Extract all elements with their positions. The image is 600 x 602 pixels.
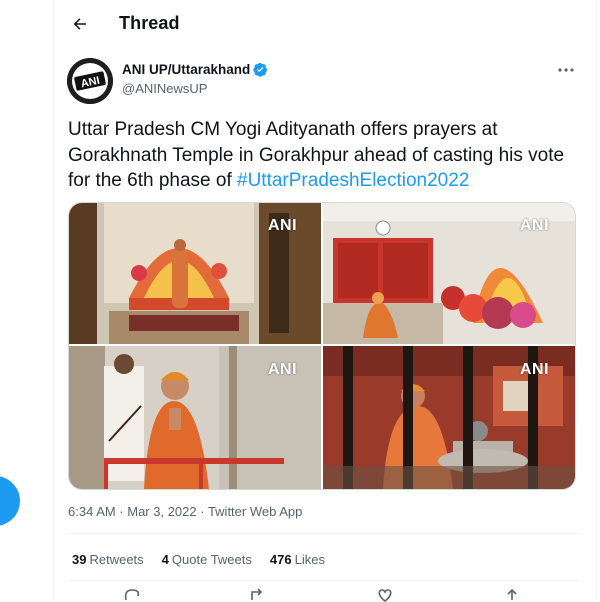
retweets-label: Retweets [89, 552, 144, 567]
tweet-text: Uttar Pradesh CM Yogi Adityanath offers … [68, 117, 580, 194]
author-name-text[interactable]: ANI UP/Uttarakhand [122, 62, 250, 77]
avatar[interactable]: ANI [67, 58, 113, 104]
ani-watermark: ANI [268, 361, 298, 378]
hashtag-link[interactable]: #UttarPradeshElection2022 [237, 170, 469, 191]
ani-logo: ANI [67, 58, 113, 104]
column-divider-left [53, 0, 54, 600]
more-options-button[interactable] [552, 60, 580, 80]
engagement-stats: 39 Retweets 4 Quote Tweets 476 Likes [72, 552, 325, 567]
author-name[interactable]: ANI UP/Uttarakhand [122, 62, 268, 77]
divider [68, 580, 580, 581]
ani-watermark: ANI [520, 217, 550, 234]
page-title: Thread [119, 13, 180, 33]
ani-watermark: ANI [520, 361, 550, 378]
back-button[interactable] [66, 10, 94, 38]
likes-label: Likes [294, 552, 325, 567]
arrow-left-icon [73, 18, 86, 30]
ani-watermark: ANI [268, 217, 298, 234]
column-divider-right [596, 0, 597, 600]
quote-tweets-count: 4 [161, 552, 169, 567]
divider [68, 533, 580, 534]
verified-badge-icon [253, 62, 268, 77]
author-handle[interactable]: @ANINewsUP [122, 81, 207, 96]
thread-header: Thread [54, 0, 596, 48]
media-grid: ANI ANI ANI ANI [68, 202, 576, 490]
tweet-timestamp[interactable]: 6:34 AM · Mar 3, 2022 · Twitter Web App [68, 504, 302, 519]
media-photo-3[interactable]: ANI [69, 346, 321, 489]
quote-tweets-stat[interactable]: 4 Quote Tweets [162, 552, 252, 567]
retweets-stat[interactable]: 39 Retweets [72, 552, 144, 567]
retweets-count: 39 [72, 552, 87, 567]
quote-tweets-label: Quote Tweets [171, 552, 252, 567]
likes-count: 476 [269, 552, 292, 567]
likes-stat[interactable]: 476 Likes [270, 552, 325, 567]
media-photo-2[interactable]: ANI [323, 203, 575, 344]
more-dots-icon [558, 68, 574, 72]
media-photo-1[interactable]: ANI [69, 203, 321, 344]
media-photo-4[interactable]: ANI [323, 346, 575, 489]
